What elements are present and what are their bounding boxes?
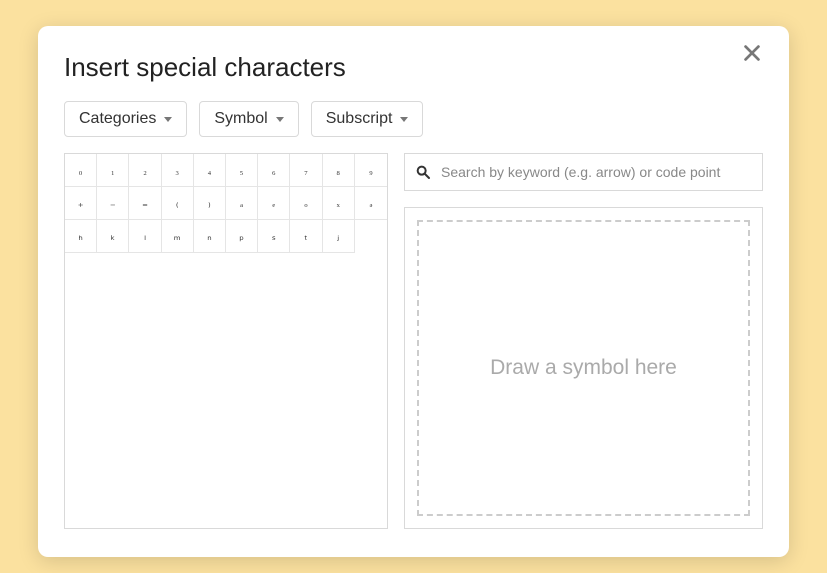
character-grid-panel: ₀₁₂₃₄₅₆₇₈₉ ₊₋₌₍₎ₐₑₒₓₔ ₕₖₗₘₙₚₛₜⱼ [64, 153, 388, 529]
draw-hint: Draw a symbol here [490, 356, 677, 380]
character-cell[interactable]: ₈ [323, 154, 355, 187]
chevron-down-icon [400, 117, 408, 122]
character-cell[interactable]: ₑ [258, 187, 290, 220]
character-cell[interactable]: ₕ [65, 220, 97, 253]
character-cell[interactable]: ₛ [258, 220, 290, 253]
chevron-down-icon [164, 117, 172, 122]
character-cell[interactable]: ₓ [323, 187, 355, 220]
search-icon [415, 164, 431, 180]
character-cell[interactable]: ₋ [97, 187, 129, 220]
group-dropdown[interactable]: Symbol [199, 101, 298, 137]
character-cell[interactable]: ₗ [129, 220, 161, 253]
character-cell[interactable]: ₅ [226, 154, 258, 187]
content-row: ₀₁₂₃₄₅₆₇₈₉ ₊₋₌₍₎ₐₑₒₓₔ ₕₖₗₘₙₚₛₜⱼ Draw a sym… [64, 153, 763, 529]
subgroup-dropdown-label: Subscript [326, 110, 393, 128]
dialog-title: Insert special characters [64, 52, 763, 83]
character-cell[interactable]: ₀ [65, 154, 97, 187]
categories-dropdown-label: Categories [79, 110, 156, 128]
character-cell[interactable]: ₒ [290, 187, 322, 220]
character-cell[interactable]: ₘ [162, 220, 194, 253]
character-cell[interactable]: ₌ [129, 187, 161, 220]
character-cell[interactable]: ₁ [97, 154, 129, 187]
character-cell[interactable]: ₙ [194, 220, 226, 253]
subgroup-dropdown[interactable]: Subscript [311, 101, 424, 137]
character-cell[interactable]: ₇ [290, 154, 322, 187]
character-cell[interactable]: ₔ [355, 187, 387, 220]
character-cell[interactable]: ₜ [290, 220, 322, 253]
search-input[interactable] [439, 163, 752, 181]
character-cell[interactable]: ₄ [194, 154, 226, 187]
character-cell[interactable]: ₃ [162, 154, 194, 187]
categories-dropdown[interactable]: Categories [64, 101, 187, 137]
character-cell[interactable]: ₂ [129, 154, 161, 187]
character-cell[interactable]: ⱼ [323, 220, 355, 253]
draw-area[interactable]: Draw a symbol here [417, 220, 750, 516]
chevron-down-icon [276, 117, 284, 122]
character-cell[interactable]: ₊ [65, 187, 97, 220]
character-cell[interactable]: ₆ [258, 154, 290, 187]
character-cell[interactable]: ₍ [162, 187, 194, 220]
close-icon [741, 42, 763, 64]
search-box[interactable] [404, 153, 763, 191]
close-button[interactable] [741, 42, 769, 70]
character-grid: ₀₁₂₃₄₅₆₇₈₉ ₊₋₌₍₎ₐₑₒₓₔ ₕₖₗₘₙₚₛₜⱼ [65, 154, 387, 253]
group-dropdown-label: Symbol [214, 110, 267, 128]
character-cell[interactable]: ₉ [355, 154, 387, 187]
character-cell[interactable]: ₚ [226, 220, 258, 253]
right-column: Draw a symbol here [404, 153, 763, 529]
character-cell[interactable]: ₖ [97, 220, 129, 253]
character-cell[interactable]: ₎ [194, 187, 226, 220]
draw-panel: Draw a symbol here [404, 207, 763, 529]
dropdown-row: Categories Symbol Subscript [64, 101, 763, 137]
character-cell[interactable]: ₐ [226, 187, 258, 220]
special-characters-dialog: Insert special characters Categories Sym… [38, 26, 789, 557]
